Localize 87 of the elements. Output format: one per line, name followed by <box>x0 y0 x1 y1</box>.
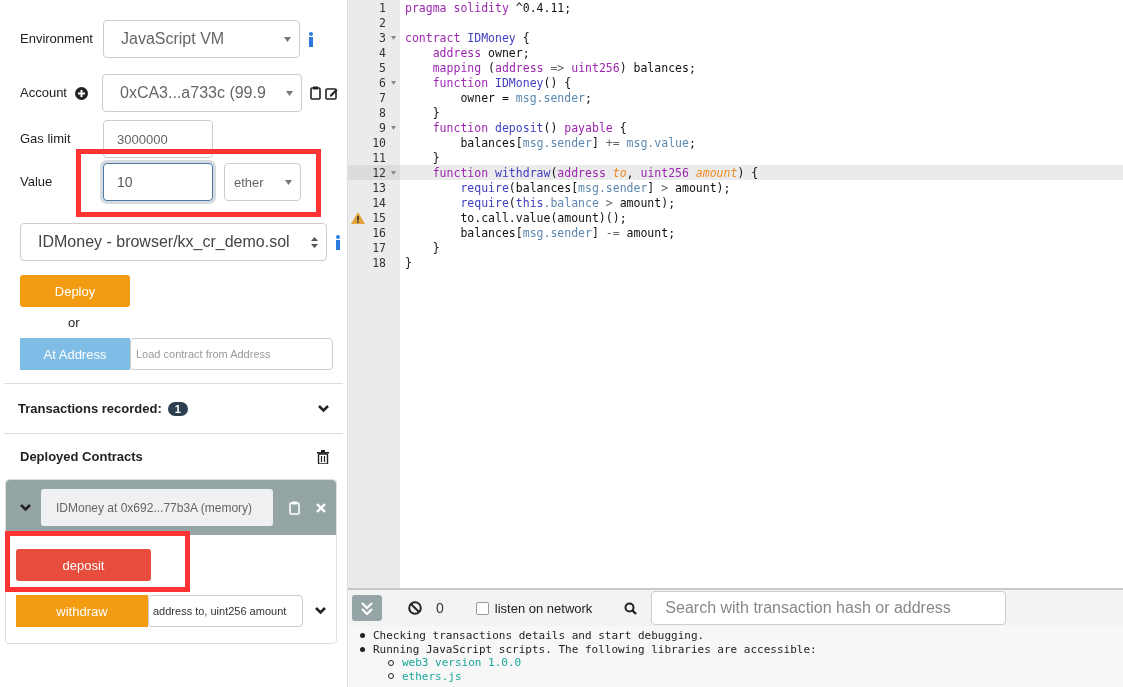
fold-icon[interactable] <box>391 35 396 40</box>
caret-icon <box>284 36 291 42</box>
code-line: to.call.value(amount)(); <box>459 210 627 225</box>
info-icon[interactable] <box>335 234 341 250</box>
line-number: 12 <box>372 165 386 180</box>
line-number: 2 <box>379 15 386 30</box>
caret-icon <box>285 179 292 185</box>
contract-name: IDMoney at 0x692...77b3A (memory) <box>41 489 273 526</box>
checkbox-label: listen on network <box>494 600 593 616</box>
code-line: } <box>431 240 440 255</box>
collapse-button[interactable] <box>352 595 382 621</box>
search-field[interactable]: Search with transaction hash or address <box>651 591 1007 625</box>
line-number: 18 <box>372 255 386 270</box>
edit-icon[interactable] <box>325 86 338 100</box>
trash-icon[interactable] <box>317 449 329 464</box>
code-line: function IDMoney() { <box>431 75 572 90</box>
library-link[interactable]: ethers.js <box>402 669 462 683</box>
search-icon <box>624 601 638 615</box>
code-line: balances[msg.sender] -= amount; <box>459 225 676 240</box>
terminal-text: Running JavaScript scripts. The following libraries are accessible: <box>373 642 817 656</box>
fold-icon[interactable] <box>391 125 396 130</box>
line-number: 14 <box>372 195 386 210</box>
field-label: Account <box>20 85 67 101</box>
up-down-icon <box>311 236 318 248</box>
address-field[interactable]: Load contract from Address <box>130 338 333 370</box>
code-line: require(this.balance > amount); <box>459 195 676 210</box>
line-number: 16 <box>372 225 386 240</box>
close-icon[interactable] <box>316 502 326 513</box>
clipboard-icon[interactable] <box>310 86 321 100</box>
code-line: require(balances[msg.sender] > amount); <box>459 180 731 195</box>
contract-select[interactable]: IDMoney - browser/kx_cr_demo.sol <box>20 223 327 261</box>
pending-count: 0 <box>436 600 444 616</box>
plus-circle-icon[interactable] <box>75 86 88 100</box>
bullet-icon <box>360 646 365 652</box>
line-number: 1 <box>379 0 386 15</box>
count-badge: 1 <box>167 401 188 416</box>
field-label: Value <box>20 174 54 190</box>
line-number: 3 <box>379 30 386 45</box>
checkbox[interactable] <box>475 601 489 615</box>
function-button[interactable]: withdraw <box>16 595 148 627</box>
code-line: function deposit() payable { <box>431 120 627 135</box>
line-number: 4 <box>379 45 386 60</box>
code-line: function withdraw(address to, uint256 amount) { <box>431 165 759 180</box>
environment-select[interactable]: JavaScript VM <box>103 20 300 58</box>
code-line: pragma solidity ^0.4.11; <box>405 0 572 15</box>
terminal-text: Checking transactions details and start debugging. <box>373 629 705 643</box>
section-title: Transactions recorded: <box>18 401 162 416</box>
code-line: } <box>405 255 412 270</box>
chevron-down-icon[interactable] <box>315 607 326 615</box>
value-field[interactable]: 10 <box>103 163 213 201</box>
library-link[interactable]: web3 version 1.0.0 <box>402 656 522 670</box>
line-number: 9 <box>379 120 386 135</box>
chevron-down-icon[interactable] <box>20 503 31 512</box>
clear-icon[interactable] <box>408 601 422 615</box>
line-number: 10 <box>372 135 386 150</box>
line-number: 5 <box>379 60 386 75</box>
section-title: Deployed Contracts <box>20 449 143 464</box>
code-line: } <box>431 150 440 165</box>
fold-icon[interactable] <box>391 80 396 85</box>
fold-icon[interactable] <box>391 170 396 175</box>
deploy-button[interactable]: Deploy <box>20 275 130 307</box>
at-address-button[interactable]: At Address <box>20 338 130 370</box>
code-line: contract IDMoney { <box>405 30 530 45</box>
info-icon[interactable] <box>308 31 314 47</box>
code-line: mapping (address => uint256) balances; <box>431 60 696 75</box>
field-label: Gas limit <box>20 131 72 147</box>
code-line: } <box>431 105 440 120</box>
chevrons-down-icon <box>361 601 373 615</box>
line-number: 17 <box>372 240 386 255</box>
line-number: 15 <box>372 210 386 225</box>
line-number: 7 <box>379 90 386 105</box>
field-label: Environment <box>20 31 94 47</box>
arguments-field[interactable]: address to, uint256 amount <box>148 595 303 627</box>
code-line: balances[msg.sender] += msg.value; <box>459 135 696 150</box>
account-select[interactable]: 0xCA3...a733c (99.9 <box>102 74 302 112</box>
or-text: or <box>68 315 80 330</box>
line-number: 6 <box>379 75 386 90</box>
code-line: address owner; <box>431 45 530 60</box>
bullet-icon <box>360 633 365 639</box>
function-button[interactable]: deposit <box>16 549 151 581</box>
unit-select[interactable]: ether <box>224 163 301 201</box>
line-number: 11 <box>372 150 386 165</box>
line-number: 13 <box>372 180 386 195</box>
chevron-down-icon[interactable] <box>318 404 329 413</box>
code-line: owner = msg.sender; <box>459 90 592 105</box>
line-number: 8 <box>379 105 386 120</box>
caret-icon <box>286 90 293 96</box>
